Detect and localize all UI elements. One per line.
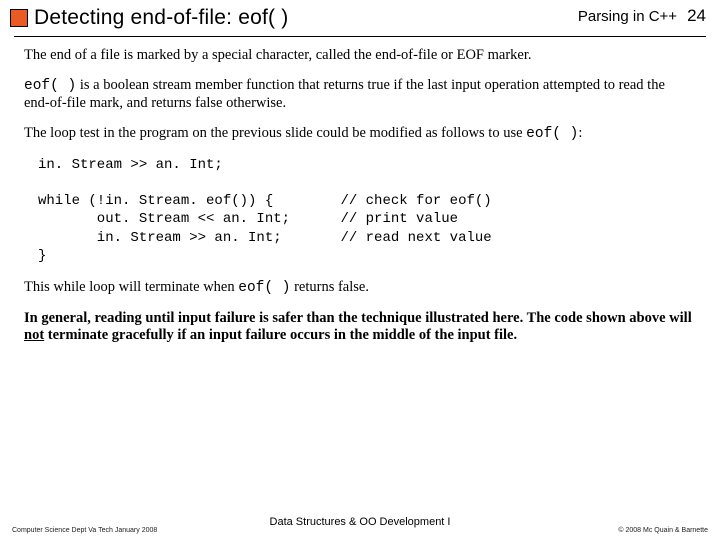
text: This while loop will terminate when	[24, 279, 238, 295]
paragraph-3: The loop test in the program on the prev…	[24, 125, 694, 144]
header-right: Parsing in C++ 24	[578, 6, 706, 26]
inline-code: eof( )	[526, 126, 578, 142]
text: In general, reading until input failure …	[24, 310, 692, 326]
slide: Detecting end-of-file: eof( ) Parsing in…	[0, 0, 720, 540]
inline-code: eof( )	[238, 280, 290, 296]
footer-right: © 2008 Mc Quain & Barnette	[618, 527, 708, 534]
text: returns false.	[290, 279, 369, 295]
text: terminate gracefully if an input failure…	[44, 327, 517, 343]
text: is a boolean stream member function that…	[24, 77, 665, 112]
paragraph-4: This while loop will terminate when eof(…	[24, 279, 694, 298]
footer-center: Data Structures & OO Development I	[270, 516, 451, 528]
slide-header: Detecting end-of-file: eof( ) Parsing in…	[0, 0, 720, 34]
paragraph-5: In general, reading until input failure …	[24, 310, 694, 345]
page-number: 24	[687, 6, 706, 25]
text: :	[578, 125, 582, 141]
text: The loop test in the program on the prev…	[24, 125, 526, 141]
slide-footer: Computer Science Dept Va Tech January 20…	[0, 527, 720, 534]
slide-body: The end of a file is marked by a special…	[0, 37, 720, 345]
paragraph-2: eof( ) is a boolean stream member functi…	[24, 77, 694, 113]
accent-square-icon	[10, 9, 28, 27]
footer-left: Computer Science Dept Va Tech January 20…	[12, 527, 157, 534]
slide-title: Detecting end-of-file: eof( )	[34, 6, 288, 30]
parsing-label: Parsing in C++	[578, 8, 677, 25]
code-block: in. Stream >> an. Int; while (!in. Strea…	[38, 156, 694, 265]
paragraph-1: The end of a file is marked by a special…	[24, 47, 694, 65]
inline-code: eof( )	[24, 78, 76, 94]
emphasis-not: not	[24, 327, 44, 343]
